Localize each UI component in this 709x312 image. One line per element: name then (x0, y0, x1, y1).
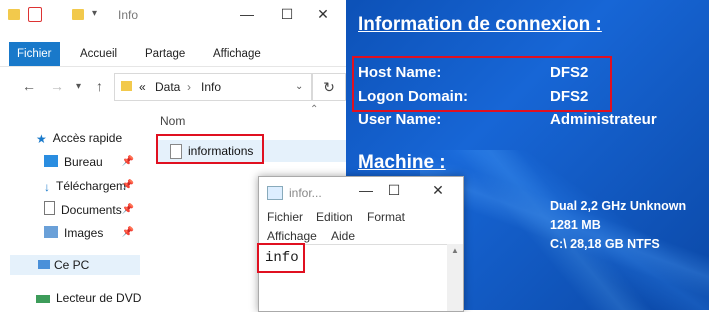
menu-aide[interactable]: Aide (331, 229, 355, 243)
tab-affichage[interactable]: Affichage (213, 42, 261, 66)
close-button[interactable]: ✕ (308, 6, 338, 23)
desktop-icon (44, 155, 58, 167)
nav-item-label: Lecteur de DVD (56, 291, 142, 305)
ribbon-tabs: Fichier Accueil Partage Affichage (0, 42, 346, 67)
window-title: Info (118, 8, 139, 22)
maximize-button[interactable]: ☐ (272, 6, 302, 23)
document-icon (44, 201, 55, 215)
menu-fichier[interactable]: Fichier (267, 210, 303, 224)
machine-memory: 1281 MB (550, 218, 601, 232)
nav-item-label: Bureau (64, 155, 103, 169)
refresh-button[interactable]: ↻ (312, 73, 346, 101)
computer-icon (38, 260, 50, 269)
notepad-title: infor... (289, 186, 322, 200)
nav-quick-access[interactable]: ★ Accès rapide (36, 128, 122, 148)
menu-edition[interactable]: Edition (316, 210, 353, 224)
forward-arrow-icon[interactable]: → (50, 78, 64, 94)
tab-partage[interactable]: Partage (145, 42, 185, 66)
close-button[interactable]: ✕ (423, 182, 453, 199)
user-name-value: Administrateur (550, 111, 657, 128)
tab-accueil[interactable]: Accueil (80, 42, 117, 66)
column-header-name[interactable]: Nom (160, 114, 185, 128)
nav-documents[interactable]: Documents 📌 (44, 200, 140, 220)
machine-disk: C:\ 28,18 GB NTFS (550, 237, 660, 251)
breadcrumb-info[interactable]: Info (201, 80, 221, 94)
explorer-title-bar: ▾ Info — ☐ ✕ (0, 0, 346, 30)
notepad-icon (267, 186, 283, 200)
host-name-label: Host Name: (358, 64, 442, 81)
nav-item-label: Ce PC (54, 258, 90, 272)
folder-icon (8, 9, 20, 20)
pin-icon[interactable]: 📌 (122, 200, 134, 220)
breadcrumb-separator-icon: › (187, 80, 191, 94)
recent-locations-icon[interactable]: ▾ (76, 81, 81, 92)
menu-format[interactable]: Format (367, 210, 405, 224)
pin-icon[interactable]: 📌 (122, 223, 134, 243)
up-arrow-icon[interactable]: ↑ (96, 78, 103, 94)
bginfo-title: Information de connexion : (358, 14, 602, 35)
nav-item-label: Téléchargem (56, 179, 127, 193)
breadcrumb-chevron[interactable]: « (139, 80, 146, 94)
download-icon: ↓ (44, 180, 50, 194)
nav-bureau[interactable]: Bureau 📌 (44, 152, 140, 172)
logon-domain-value: DFS2 (550, 88, 589, 105)
breadcrumb-data[interactable]: Data (155, 80, 180, 94)
dvd-icon (36, 295, 50, 303)
user-name-label: User Name: (358, 111, 442, 128)
host-name-value: DFS2 (550, 64, 589, 81)
vertical-scrollbar[interactable]: ▲ (447, 244, 463, 311)
content-highlight-box (257, 243, 305, 273)
address-bar[interactable]: « Data › Info ⌄ (114, 73, 312, 101)
machine-title: Machine : (358, 152, 446, 173)
images-icon (44, 226, 58, 238)
maximize-button[interactable]: ☐ (379, 182, 409, 199)
nav-ce-pc[interactable]: Ce PC (10, 255, 140, 275)
nav-downloads[interactable]: ↓ Téléchargem 📌 (44, 176, 140, 196)
nav-item-label: Images (64, 226, 104, 240)
folder-icon (121, 81, 132, 91)
logon-domain-label: Logon Domain: (358, 88, 468, 105)
address-dropdown-icon[interactable]: ⌄ (295, 81, 303, 92)
menu-affichage[interactable]: Affichage (267, 229, 317, 243)
address-row: ← → ▾ ↑ « Data › Info ⌄ ↻ (0, 72, 346, 102)
file-highlight-box (156, 134, 264, 164)
properties-icon[interactable] (28, 7, 42, 22)
nav-item-label: Accès rapide (52, 131, 123, 145)
minimize-button[interactable]: — (351, 182, 381, 198)
sort-chevron-icon[interactable]: ⌃ (310, 104, 318, 115)
nav-images[interactable]: Images 📌 (44, 223, 140, 243)
star-icon: ★ (36, 132, 47, 146)
machine-cpu: Dual 2,2 GHz Unknown (550, 199, 687, 213)
notepad-text-area[interactable]: info (257, 243, 447, 312)
notepad-window: infor... — ☐ ✕ Fichier Edition Format Af… (257, 176, 464, 312)
minimize-button[interactable]: — (232, 6, 262, 22)
scroll-up-icon[interactable]: ▲ (451, 246, 459, 255)
nav-dvd-drive[interactable]: Lecteur de DVD (36, 288, 141, 308)
tab-fichier[interactable]: Fichier (9, 42, 60, 66)
pin-icon[interactable]: 📌 (122, 176, 134, 196)
pin-icon[interactable]: 📌 (122, 152, 134, 172)
new-folder-icon[interactable] (72, 9, 84, 20)
navigation-pane: ★ Accès rapide Bureau 📌 ↓ Téléchargem 📌 Do… (0, 104, 142, 310)
back-arrow-icon[interactable]: ← (22, 78, 36, 94)
quick-access-dropdown-icon[interactable]: ▾ (92, 8, 97, 19)
nav-item-label: Documents (61, 203, 122, 217)
